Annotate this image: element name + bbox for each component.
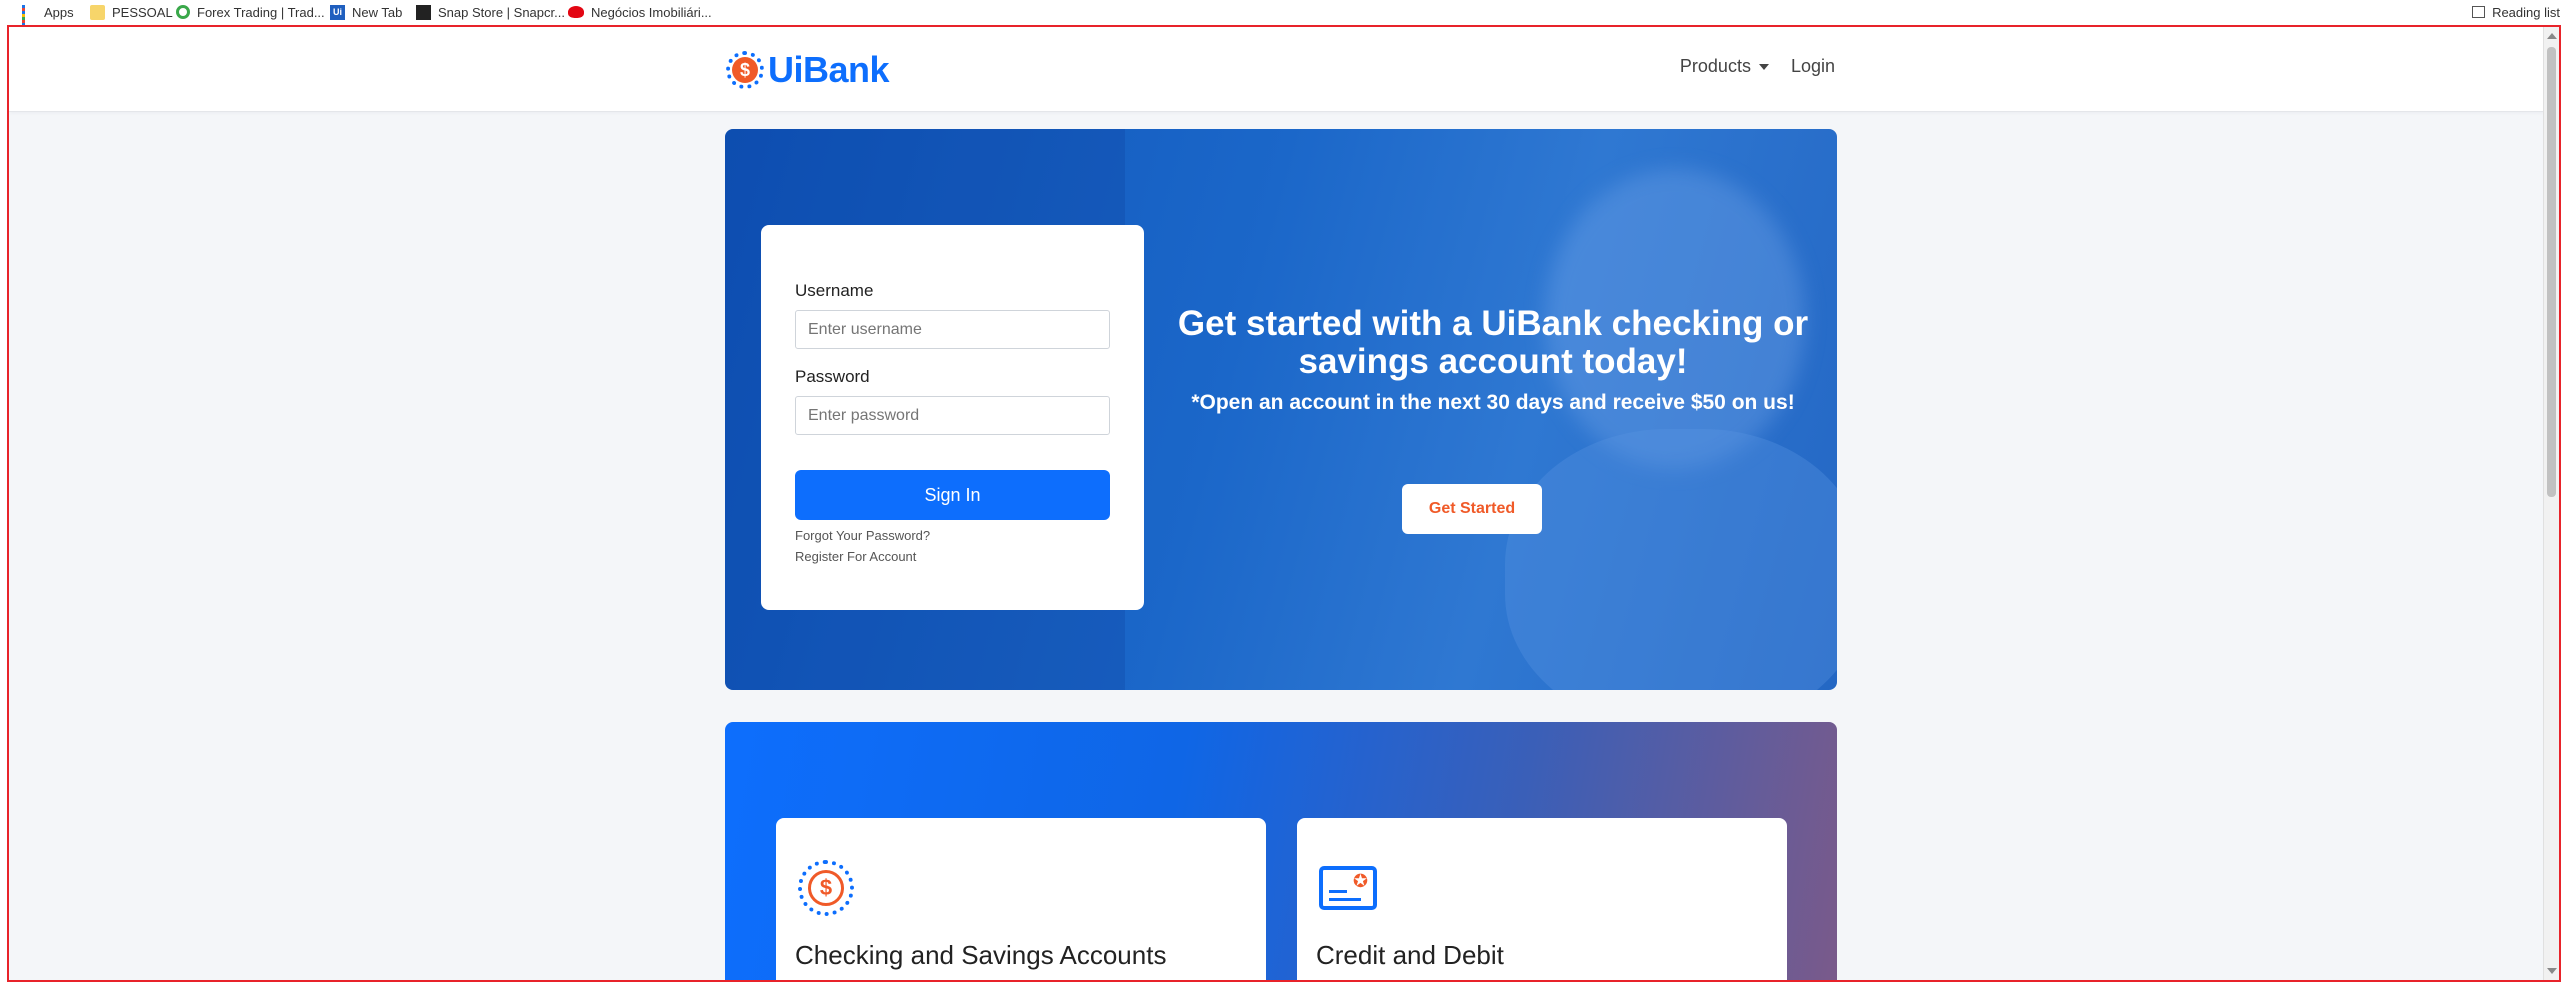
caret-down-icon	[1758, 63, 1769, 70]
bookmarks-bar: Apps PESSOAL Forex Trading | Trad... Ui …	[0, 0, 2576, 32]
dollar-badge-icon: $	[798, 860, 856, 918]
hero-title: Get started with a UiBank checking or sa…	[1177, 304, 1809, 381]
hero-banner: Username Password Sign In Forgot Your Pa…	[725, 129, 1837, 690]
product-card-title: Credit and Debit	[1316, 940, 1504, 970]
forex-icon	[176, 5, 190, 19]
navbar: $ UiBank Products Login	[9, 27, 2545, 112]
hero-photo-highlight	[1505, 429, 1837, 690]
reading-list-icon	[2472, 6, 2486, 18]
snap-icon	[416, 4, 431, 20]
products-label: Products	[1679, 56, 1751, 76]
credit-card-icon: ✪	[1319, 860, 1377, 918]
forgot-password-link[interactable]: Forgot Your Password?	[795, 528, 1110, 543]
sign-in-button[interactable]: Sign In	[795, 470, 1110, 520]
password-label: Password	[795, 367, 870, 386]
products-section: $ Checking and Savings Accounts ✪ Credit…	[725, 722, 1837, 980]
logo[interactable]: $ UiBank	[726, 49, 890, 91]
bookmark-label: Forex Trading | Trad...	[197, 4, 325, 20]
scroll-down-icon[interactable]	[2547, 968, 2557, 974]
hero-text: Get started with a UiBank checking or sa…	[1153, 305, 1833, 415]
register-link[interactable]: Register For Account	[795, 549, 1110, 564]
logo-dollar-icon: $	[726, 51, 764, 89]
bookmark-label: Snap Store | Snapcr...	[438, 4, 565, 20]
santander-icon	[568, 6, 584, 18]
products-dropdown[interactable]: Products	[1680, 56, 1769, 77]
reading-list[interactable]: Reading list	[2472, 0, 2560, 24]
bookmark-label: New Tab	[352, 4, 403, 20]
username-label: Username	[795, 281, 874, 300]
page-viewport: $ UiBank Products Login Username Passwor…	[7, 25, 2561, 982]
get-started-button[interactable]: Get Started	[1402, 484, 1542, 534]
bookmark-label: Apps	[44, 4, 74, 20]
username-input[interactable]	[795, 310, 1110, 349]
bookmark-pessoal[interactable]: PESSOAL	[90, 0, 173, 24]
bookmark-apps[interactable]: Apps	[22, 0, 74, 32]
hero-subtitle: *Open an account in the next 30 days and…	[1191, 391, 1795, 414]
ui-icon: Ui	[330, 4, 345, 20]
logo-symbol: $	[732, 57, 758, 83]
product-card-checking[interactable]: $ Checking and Savings Accounts	[776, 818, 1266, 980]
logo-text: UiBank	[768, 49, 890, 90]
bookmark-label: PESSOAL	[112, 4, 173, 20]
login-form: Username Password Sign In Forgot Your Pa…	[761, 225, 1144, 610]
bookmark-snap-store[interactable]: Snap Store | Snapcr...	[416, 0, 565, 24]
bookmark-negocios[interactable]: Negócios Imobiliári...	[568, 0, 712, 24]
apps-grid-icon	[22, 4, 37, 32]
star-symbol: ✪	[1352, 871, 1368, 891]
bookmark-forex[interactable]: Forex Trading | Trad...	[176, 0, 325, 24]
product-card-title: Checking and Savings Accounts	[795, 940, 1167, 970]
password-input[interactable]	[795, 396, 1110, 435]
scrollbar-thumb[interactable]	[2547, 47, 2556, 497]
bookmark-new-tab[interactable]: Ui New Tab	[330, 0, 402, 24]
dollar-symbol: $	[808, 870, 844, 906]
folder-icon	[90, 4, 105, 20]
scrollbar[interactable]	[2543, 27, 2559, 980]
reading-list-label: Reading list	[2492, 4, 2560, 20]
scroll-up-icon[interactable]	[2547, 33, 2557, 39]
bookmark-label: Negócios Imobiliári...	[591, 4, 712, 20]
nav-links: Products Login	[1680, 56, 1835, 77]
product-card-credit[interactable]: ✪ Credit and Debit	[1297, 818, 1787, 980]
login-link[interactable]: Login	[1791, 56, 1835, 77]
